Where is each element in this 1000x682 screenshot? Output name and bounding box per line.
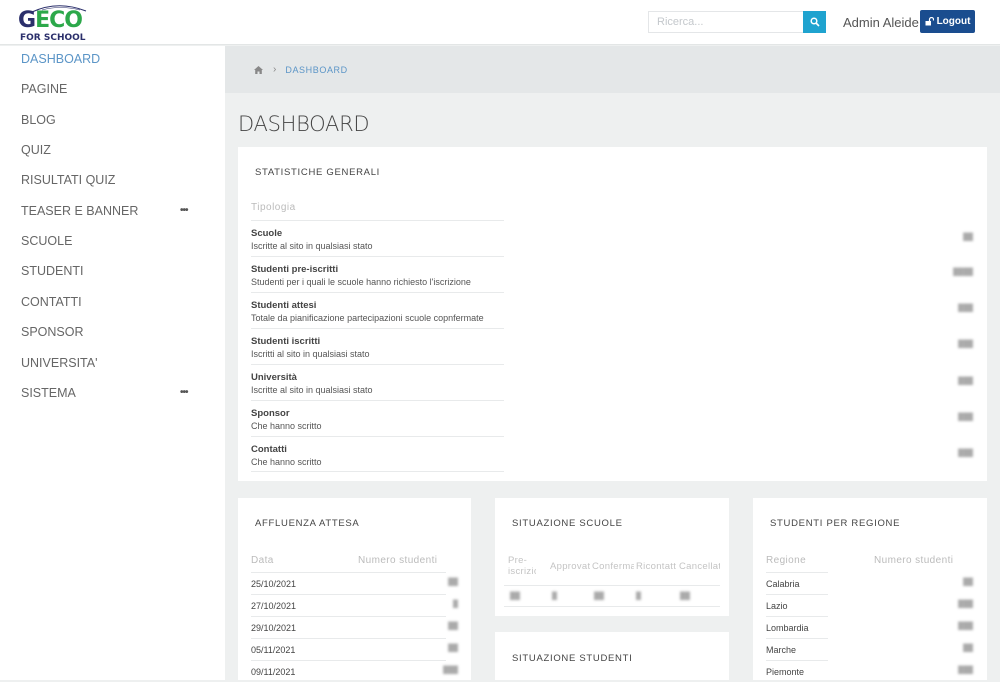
scuole-header-preiscrizioni: Pre-iscrizioni (508, 555, 536, 577)
stat-row: Studenti pre-iscritti Studenti per i qual… (251, 256, 504, 292)
affluenza-card-title: AFFLUENZA ATTESA (255, 518, 360, 529)
situazione-studenti-title: SITUAZIONE STUDENTI (512, 653, 633, 664)
stat-value: ███ (958, 378, 973, 385)
sidebar-item-teaser-e-banner[interactable]: TEASER E BANNER ••• (0, 196, 225, 226)
more-icon[interactable]: ••• (180, 205, 188, 216)
stat-row: Scuole Iscritte al sito in qualsiasi stat… (251, 220, 504, 256)
stat-row: Studenti attesi Totale da pianificazione … (251, 292, 504, 328)
stat-row: Contatti Che hanno scritto (251, 436, 504, 472)
sidebar-item-studenti[interactable]: STUDENTI (0, 256, 225, 286)
table-value: ██ (448, 623, 458, 630)
regioni-header-count: Numero studenti (874, 555, 954, 566)
scuole-value-ricontattare: █ (636, 593, 641, 600)
sidebar-item-risultati-quiz[interactable]: RISULTATI QUIZ (0, 165, 225, 195)
table-divider (504, 606, 720, 607)
scuole-header-approvate: Approvate (550, 561, 590, 572)
table-value: █ (453, 601, 458, 608)
situazione-studenti-card: SITUAZIONE STUDENTI (495, 632, 729, 680)
affluenza-header-count: Numero studenti (358, 555, 438, 566)
affluenza-card: AFFLUENZA ATTESA Data Numero studenti 25… (238, 498, 471, 680)
breadcrumb-current[interactable]: DASHBOARD (285, 65, 347, 75)
scuole-value-confermate: ██ (594, 593, 604, 600)
stat-value: ████ (953, 269, 973, 276)
scuole-value-cancellate: ██ (680, 593, 690, 600)
stats-card-title: STATISTICHE GENERALI (255, 167, 381, 178)
stat-value: ██ (963, 234, 973, 241)
stats-column-header: Tipologia (251, 202, 296, 213)
regioni-card: STUDENTI PER REGIONE Regione Numero stud… (753, 498, 987, 680)
table-value: ██ (963, 645, 973, 652)
table-row: 25/10/2021 (251, 572, 446, 594)
page-title: DASHBOARD (238, 112, 370, 136)
stat-value: ███ (958, 450, 973, 457)
search-button[interactable] (803, 11, 826, 33)
scuole-value-approvate: █ (552, 593, 557, 600)
stat-value: ███ (958, 305, 973, 312)
search-input[interactable] (648, 11, 803, 33)
sidebar-item-sponsor[interactable]: SPONSOR (0, 317, 225, 347)
scuole-header-cancellate: Cancellate (679, 561, 720, 572)
table-value: ██ (963, 579, 973, 586)
stat-value: ███ (958, 341, 973, 348)
logout-button[interactable]: Logout (920, 10, 975, 33)
search-icon (809, 17, 820, 27)
logo-subtitle: FOR SCHOOL (20, 33, 86, 43)
scuole-header-confermate: Confermate (592, 561, 634, 572)
home-icon[interactable] (254, 65, 263, 74)
user-name[interactable]: Admin Aleide (843, 15, 919, 30)
sidebar-item-universita[interactable]: UNIVERSITA' (0, 348, 225, 378)
stat-row: Sponsor Che hanno scritto (251, 400, 504, 436)
sidebar-item-blog[interactable]: BLOG (0, 105, 225, 135)
sidebar-item-quiz[interactable]: QUIZ (0, 135, 225, 165)
table-value: ███ (958, 601, 973, 608)
stats-card: STATISTICHE GENERALI Tipologia Scuole Isc… (238, 147, 987, 481)
table-row: 09/11/2021 (251, 660, 446, 682)
sidebar-item-contatti[interactable]: CONTATTI (0, 287, 225, 317)
table-value: ███ (958, 667, 973, 674)
regioni-card-title: STUDENTI PER REGIONE (770, 518, 901, 529)
stat-row: Studenti iscritti Iscritti al sito in qua… (251, 328, 504, 364)
more-icon[interactable]: ••• (180, 387, 188, 398)
breadcrumb: › DASHBOARD (225, 46, 1000, 93)
sidebar-item-scuole[interactable]: SCUOLE (0, 226, 225, 256)
table-row: 27/10/2021 (251, 594, 446, 616)
table-value: ███ (443, 667, 458, 674)
table-row: Lazio (766, 594, 828, 616)
scuole-header-ricontattare: Ricontattare (636, 561, 676, 572)
table-row: 05/11/2021 (251, 638, 446, 660)
top-bar: GECO FOR SCHOOL Admin Aleide Logout (0, 0, 1000, 45)
table-row: Calabria (766, 572, 828, 594)
sidebar-item-sistema[interactable]: SISTEMA ••• (0, 378, 225, 408)
logout-label: Logout (936, 16, 971, 27)
table-value: ██ (448, 579, 458, 586)
table-value: ██ (448, 645, 458, 652)
unlock-icon (925, 17, 934, 26)
sidebar: DASHBOARD PAGINE BLOG QUIZ RISULTATI QUI… (0, 46, 225, 680)
situazione-scuole-card: SITUAZIONE SCUOLE Pre-iscrizioni Approva… (495, 498, 729, 616)
logo-wordmark: GECO (18, 8, 83, 33)
affluenza-header-date: Data (251, 555, 274, 566)
sidebar-item-dashboard[interactable]: DASHBOARD (0, 44, 225, 74)
table-row: Lombardia (766, 616, 828, 638)
table-divider (504, 585, 720, 586)
stat-row: Università Iscritte al sito in qualsiasi … (251, 364, 504, 400)
sidebar-item-pagine[interactable]: PAGINE (0, 74, 225, 104)
table-row: Piemonte (766, 660, 828, 682)
situazione-scuole-title: SITUAZIONE SCUOLE (512, 518, 623, 529)
geco-logo[interactable]: GECO FOR SCHOOL (18, 2, 94, 44)
search-bar (648, 11, 826, 33)
table-value: ███ (958, 623, 973, 630)
table-row: 29/10/2021 (251, 616, 446, 638)
breadcrumb-separator: › (273, 64, 277, 75)
stat-value: ███ (958, 414, 973, 421)
scuole-value-preiscrizioni: ██ (510, 593, 520, 600)
regioni-header-region: Regione (766, 555, 807, 566)
table-row: Marche (766, 638, 828, 660)
